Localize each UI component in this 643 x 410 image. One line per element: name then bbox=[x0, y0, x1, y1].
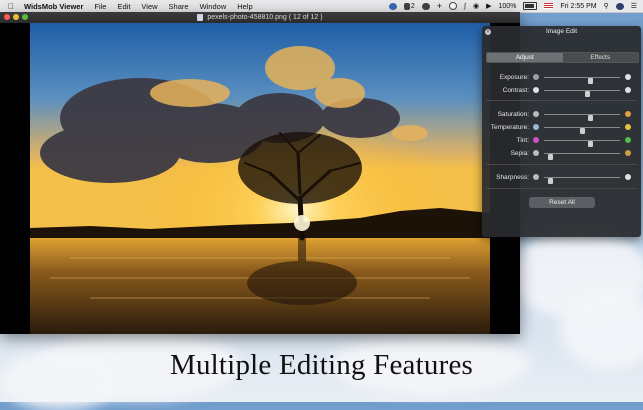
tab-adjust[interactable]: Adjust bbox=[487, 53, 563, 62]
sepia-high-icon bbox=[625, 150, 631, 156]
plus-icon[interactable]: + bbox=[437, 1, 442, 11]
zoom-window-button[interactable] bbox=[22, 14, 28, 20]
divider bbox=[486, 164, 637, 165]
sepia-slider[interactable] bbox=[544, 153, 620, 160]
sharpness-low-icon bbox=[533, 174, 539, 180]
slider-row-sharpness: Sharpness: bbox=[482, 173, 641, 184]
saturation-slider[interactable] bbox=[544, 114, 620, 121]
saturation-high-icon bbox=[625, 111, 631, 117]
sepia-low-icon bbox=[533, 150, 539, 156]
slider-label: Saturation: bbox=[497, 111, 529, 118]
slider-knob[interactable] bbox=[547, 178, 553, 184]
spotlight-search-icon[interactable]: ⚲ bbox=[604, 2, 609, 10]
temperature-cool-icon bbox=[533, 124, 539, 130]
promo-headline: Multiple Editing Features bbox=[169, 349, 473, 381]
slider-label: Exposure: bbox=[499, 74, 529, 81]
clock-icon[interactable] bbox=[449, 2, 458, 10]
divider bbox=[486, 100, 637, 101]
slider-label: Sharpness: bbox=[496, 174, 529, 181]
app-extension-icon bbox=[403, 2, 410, 10]
menu-view[interactable]: View bbox=[141, 2, 157, 11]
close-window-button[interactable] bbox=[4, 14, 10, 20]
temperature-slider[interactable] bbox=[544, 127, 620, 134]
viewer-titlebar[interactable]: pexels-photo-458810.png ( 12 of 12 ) bbox=[0, 12, 520, 23]
image-edit-panel: × Image Edit Adjust Effects Exposure: Co… bbox=[482, 26, 641, 237]
minimize-window-button[interactable] bbox=[13, 14, 19, 20]
battery-icon[interactable] bbox=[523, 2, 538, 10]
tint-magenta-icon bbox=[533, 137, 539, 143]
status-extension[interactable]: 2 bbox=[403, 2, 415, 10]
temperature-warm-icon bbox=[625, 124, 631, 130]
menu-window[interactable]: Window bbox=[200, 2, 227, 11]
sharpness-slider[interactable] bbox=[544, 177, 620, 184]
slider-row-tint: Tint: bbox=[482, 136, 641, 147]
divider bbox=[486, 188, 637, 189]
tab-effects[interactable]: Effects bbox=[562, 53, 638, 62]
status-count: 2 bbox=[410, 2, 415, 10]
slider-label: Tint: bbox=[516, 137, 529, 144]
tint-slider[interactable] bbox=[544, 140, 620, 147]
window-controls bbox=[4, 14, 28, 20]
cloud-icon[interactable] bbox=[421, 2, 430, 10]
panel-title: Image Edit bbox=[545, 28, 578, 35]
menu-edit[interactable]: Edit bbox=[117, 2, 130, 11]
photo-canvas[interactable] bbox=[30, 23, 490, 334]
reset-all-button[interactable]: Reset All bbox=[529, 197, 595, 208]
menu-app-name[interactable]: WidsMob Viewer bbox=[24, 2, 83, 11]
notification-center-icon[interactable]: ☰ bbox=[631, 2, 637, 10]
slider-knob[interactable] bbox=[588, 115, 594, 121]
document-icon bbox=[197, 14, 204, 21]
slider-row-temperature: Temperature: bbox=[482, 123, 641, 134]
contrast-low-icon bbox=[533, 87, 539, 93]
slider-knob[interactable] bbox=[588, 78, 594, 84]
apple-menu-icon[interactable]:  bbox=[8, 2, 14, 11]
user-avatar-icon[interactable] bbox=[615, 2, 624, 10]
contrast-high-icon bbox=[625, 87, 631, 93]
status-area: 2 + ∫ ◉ ▶ 100% Fri 2:55 PM ⚲ ☰ bbox=[388, 0, 637, 12]
bluetooth-icon[interactable]: ∫ bbox=[464, 3, 466, 10]
menu-clock[interactable]: Fri 2:55 PM bbox=[560, 3, 596, 10]
wifi-icon[interactable]: ◉ bbox=[473, 2, 479, 10]
flag-icon[interactable] bbox=[544, 3, 554, 9]
slider-row-saturation: Saturation: bbox=[482, 110, 641, 121]
slider-row-contrast: Contrast: bbox=[482, 86, 641, 97]
saturation-low-icon bbox=[533, 111, 539, 117]
slider-label: Sepia: bbox=[510, 150, 529, 157]
slider-knob[interactable] bbox=[579, 128, 585, 134]
panel-tabs: Adjust Effects bbox=[486, 52, 639, 63]
viewer-window: pexels-photo-458810.png ( 12 of 12 ) bbox=[0, 12, 520, 334]
menu-share[interactable]: Share bbox=[169, 2, 189, 11]
battery-percent: 100% bbox=[498, 2, 517, 10]
volume-icon[interactable]: ▶ bbox=[486, 2, 491, 10]
slider-label: Temperature: bbox=[490, 124, 529, 131]
slider-label: Contrast: bbox=[502, 87, 529, 94]
tint-green-icon bbox=[625, 137, 631, 143]
exposure-low-icon bbox=[533, 74, 539, 80]
globe-icon[interactable] bbox=[388, 2, 397, 10]
slider-knob[interactable] bbox=[585, 91, 591, 97]
slider-row-sepia: Sepia: bbox=[482, 149, 641, 160]
slider-row-exposure: Exposure: bbox=[482, 73, 641, 84]
menu-help[interactable]: Help bbox=[237, 2, 252, 11]
slider-knob[interactable] bbox=[588, 141, 594, 147]
slider-knob[interactable] bbox=[547, 154, 553, 160]
contrast-slider[interactable] bbox=[544, 90, 620, 97]
exposure-high-icon bbox=[625, 74, 631, 80]
sharpness-high-icon bbox=[625, 174, 631, 180]
viewer-window-title: pexels-photo-458810.png ( 12 of 12 ) bbox=[207, 14, 323, 21]
exposure-slider[interactable] bbox=[544, 77, 620, 84]
menu-file[interactable]: File bbox=[94, 2, 106, 11]
